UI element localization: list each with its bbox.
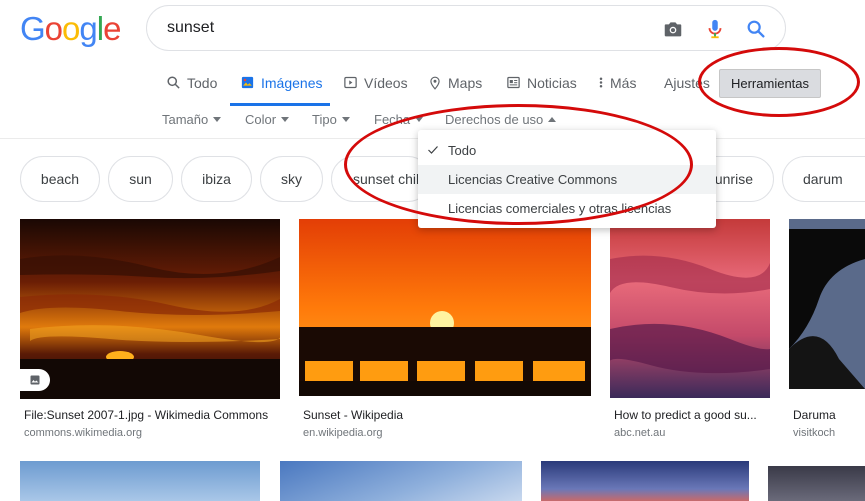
usage-rights-dropdown: Todo Licencias Creative Commons Licencia…	[418, 130, 716, 228]
caret-down-icon	[415, 117, 424, 122]
image-badge	[20, 369, 50, 391]
sunset-image	[299, 219, 591, 396]
image-icon	[30, 375, 40, 385]
image-result[interactable]	[280, 461, 522, 501]
image-result[interactable]: Daruma visitkoch	[789, 219, 865, 441]
logo-letter: o	[44, 10, 63, 47]
sunset-image	[610, 219, 770, 398]
result-thumbnail[interactable]	[299, 219, 591, 396]
filter-label: Tamaño	[162, 112, 209, 127]
image-result[interactable]	[768, 466, 865, 501]
search-box	[146, 5, 786, 51]
sunset-image	[20, 219, 280, 399]
pin-icon	[430, 76, 440, 90]
search-input[interactable]	[167, 17, 647, 39]
result-thumbnail[interactable]	[20, 219, 280, 399]
tab-maps[interactable]: Maps	[428, 70, 482, 106]
play-icon	[344, 76, 357, 89]
filter-color[interactable]: Color	[245, 112, 290, 127]
result-thumbnail[interactable]	[20, 461, 260, 501]
microphone-icon[interactable]	[704, 18, 726, 40]
filter-type[interactable]: Tipo	[312, 112, 350, 127]
sunset-image	[789, 219, 865, 389]
search-icon[interactable]	[745, 18, 767, 40]
more-vert-icon	[599, 77, 603, 88]
chip-beach[interactable]: beach	[20, 156, 100, 202]
checkmark-icon	[428, 146, 438, 154]
chip-sky[interactable]: sky	[260, 156, 323, 202]
result-source: en.wikipedia.org	[303, 427, 383, 439]
chip-daruma[interactable]: darum	[782, 156, 865, 202]
filter-label: Tipo	[312, 112, 337, 127]
settings-link[interactable]: Ajustes	[664, 70, 710, 106]
result-source: commons.wikimedia.org	[24, 427, 142, 439]
tab-mas[interactable]: Más	[598, 70, 636, 106]
filter-usage-rights[interactable]: Derechos de uso	[445, 112, 557, 127]
logo-letter: G	[20, 10, 46, 47]
caret-down-icon	[213, 117, 222, 122]
logo-letter: o	[62, 10, 80, 47]
tab-label: Todo	[187, 75, 218, 91]
dropdown-option-label: Licencias Creative Commons	[448, 172, 618, 187]
image-result[interactable]	[541, 461, 749, 501]
dropdown-option-commercial[interactable]: Licencias comerciales y otras licencias	[418, 194, 716, 223]
chip-sunset-chill[interactable]: sunset chil	[331, 156, 431, 202]
google-logo[interactable]: Google	[20, 10, 121, 48]
image-result[interactable]: How to predict a good su... abc.net.au	[610, 219, 770, 441]
tab-label: Vídeos	[364, 75, 408, 91]
dropdown-option-creative-commons[interactable]: Licencias Creative Commons	[418, 165, 716, 194]
result-source: abc.net.au	[614, 427, 666, 439]
search-icon	[167, 76, 180, 89]
news-icon	[507, 76, 520, 89]
tab-label: Imágenes	[261, 75, 323, 91]
result-source: visitkoch	[793, 427, 836, 439]
tab-noticias[interactable]: Noticias	[506, 70, 577, 106]
tools-button[interactable]: Herramientas	[719, 69, 821, 98]
caret-up-icon	[548, 117, 557, 122]
tab-label: Maps	[448, 75, 483, 91]
tab-label: Noticias	[527, 75, 577, 91]
dropdown-option-label: Todo	[448, 143, 477, 158]
camera-icon[interactable]	[662, 18, 684, 40]
chip-sun[interactable]: sun	[108, 156, 173, 202]
result-thumbnail[interactable]	[280, 461, 522, 501]
logo-letter: e	[103, 10, 121, 47]
result-thumbnail[interactable]	[768, 466, 865, 501]
tab-videos[interactable]: Vídeos	[343, 70, 408, 106]
tab-label: Más	[610, 75, 637, 91]
result-title[interactable]: Sunset - Wikipedia	[303, 408, 591, 422]
result-title[interactable]: File:Sunset 2007-1.jpg - Wikimedia Commo…	[24, 408, 280, 422]
result-thumbnail[interactable]	[610, 219, 770, 398]
filter-label: Derechos de uso	[445, 112, 544, 127]
caret-down-icon	[341, 117, 350, 122]
image-icon	[241, 76, 254, 89]
chip-ibiza[interactable]: ibiza	[181, 156, 252, 202]
tab-imagenes[interactable]: Imágenes	[230, 70, 330, 106]
filter-label: Color	[245, 112, 277, 127]
tab-todo[interactable]: Todo	[166, 70, 217, 106]
result-title[interactable]: Daruma	[793, 408, 865, 422]
result-thumbnail[interactable]	[541, 461, 749, 501]
filter-label: Fecha	[374, 112, 411, 127]
filter-date[interactable]: Fecha	[374, 112, 424, 127]
settings-label: Ajustes	[664, 75, 710, 91]
result-title[interactable]: How to predict a good su...	[614, 408, 770, 422]
dropdown-option-todo[interactable]: Todo	[418, 136, 716, 165]
filter-size[interactable]: Tamaño	[162, 112, 222, 127]
result-thumbnail[interactable]	[789, 219, 865, 389]
image-result[interactable]	[20, 461, 260, 501]
dropdown-option-label: Licencias comerciales y otras licencias	[448, 201, 672, 216]
caret-down-icon	[281, 117, 290, 122]
image-result[interactable]: Sunset - Wikipedia en.wikipedia.org	[299, 219, 591, 441]
logo-letter: g	[79, 10, 97, 47]
image-result[interactable]: File:Sunset 2007-1.jpg - Wikimedia Commo…	[20, 219, 280, 441]
